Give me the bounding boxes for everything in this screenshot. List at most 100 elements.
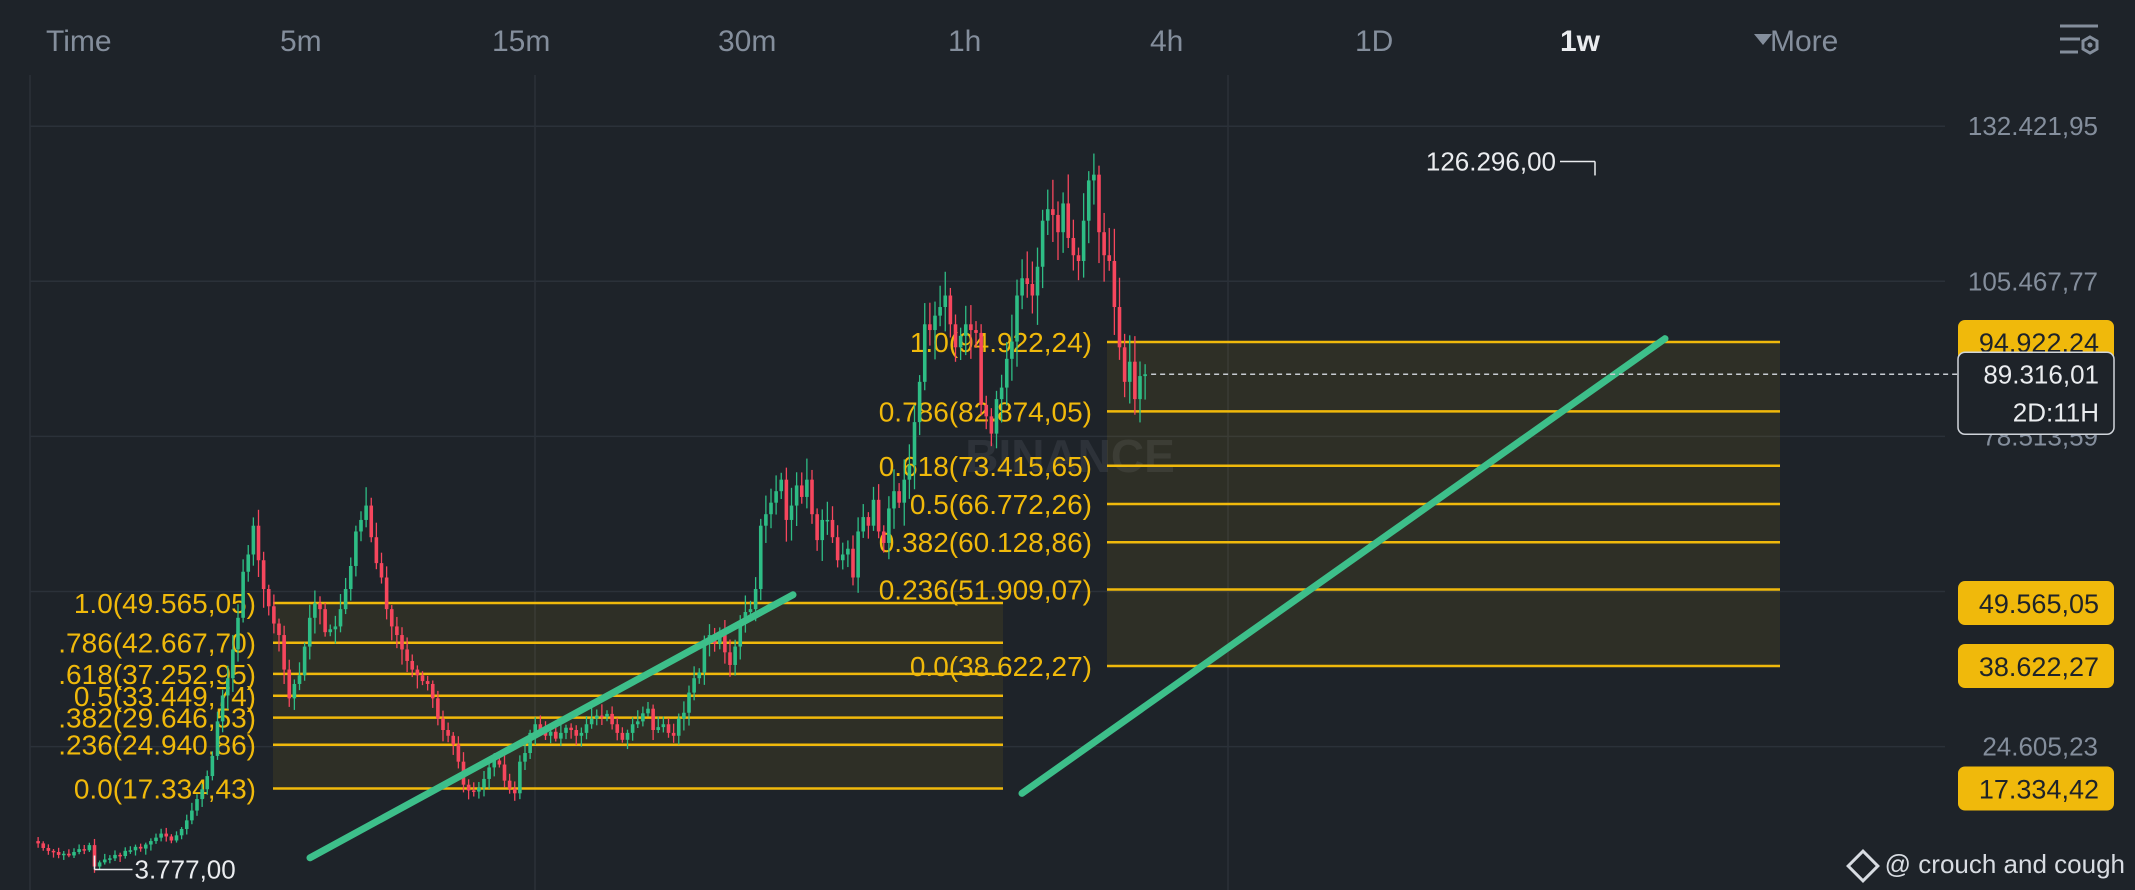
candle-body xyxy=(348,565,353,590)
candle-body xyxy=(313,603,317,618)
candle-body xyxy=(292,683,297,699)
candle-body xyxy=(815,514,819,541)
candle-body xyxy=(425,681,430,684)
candle-body xyxy=(164,833,169,837)
candle-body xyxy=(471,790,476,792)
candle-body xyxy=(876,499,881,532)
candle-body xyxy=(149,841,153,845)
candle-body xyxy=(579,732,584,736)
candle-body xyxy=(410,660,415,670)
candle-body xyxy=(307,617,312,647)
candle-body xyxy=(87,845,92,851)
candle-body xyxy=(769,502,773,515)
candle-body xyxy=(1102,232,1106,256)
candle-body xyxy=(856,531,860,578)
candle-body xyxy=(225,678,230,696)
candle-body xyxy=(297,675,302,684)
candle-body xyxy=(666,724,671,733)
candle-body xyxy=(338,609,343,627)
candle-body xyxy=(887,508,891,543)
candle-body xyxy=(430,683,435,699)
candle-body xyxy=(359,519,363,532)
candle-body xyxy=(241,571,245,618)
candle-body xyxy=(67,853,71,856)
candle-body xyxy=(169,836,174,841)
fib-level-label: 1.0(49.565,05) xyxy=(74,588,256,619)
candle-body xyxy=(594,715,599,719)
candle-body xyxy=(302,646,307,676)
candle-body xyxy=(974,330,978,333)
candle-body xyxy=(830,519,835,538)
candle-body xyxy=(215,721,220,756)
candle-body xyxy=(374,537,379,564)
candle-body xyxy=(1025,278,1030,285)
candle-body xyxy=(774,491,778,503)
candle-body xyxy=(456,744,461,762)
candle-body xyxy=(1081,220,1086,261)
candle-body xyxy=(133,846,138,851)
candle-body xyxy=(41,843,46,848)
candle-body xyxy=(154,837,158,842)
candle-body xyxy=(574,730,579,736)
candle-body xyxy=(102,859,107,863)
candle-body xyxy=(671,732,676,736)
candle-body xyxy=(261,560,266,590)
candle-body xyxy=(236,617,240,650)
candle-body xyxy=(502,764,507,781)
candle-body xyxy=(518,761,522,794)
candle-body xyxy=(805,479,809,497)
candle-body xyxy=(979,332,983,405)
candle-body xyxy=(559,732,563,739)
candle-body xyxy=(1061,203,1065,233)
candle-body xyxy=(251,525,256,555)
candle-body xyxy=(635,721,640,725)
candle-body xyxy=(840,554,845,561)
candle-body xyxy=(466,784,471,791)
candle-body xyxy=(902,479,907,503)
candle-body xyxy=(943,295,948,308)
candle-body xyxy=(881,531,886,543)
candle-body xyxy=(851,548,855,578)
candle-body xyxy=(630,724,635,733)
candle-body xyxy=(584,724,589,733)
fib-level-label: 0.0(17.334,43) xyxy=(74,774,256,805)
candle-body xyxy=(984,404,989,417)
price-chart[interactable]: BINANCE 1.0(49.565,05).786(42.667,70).61… xyxy=(0,0,2135,890)
candle-body xyxy=(846,548,850,555)
candle-body xyxy=(364,505,368,520)
candle-body xyxy=(277,623,281,636)
candle-body xyxy=(441,718,445,731)
candle-body xyxy=(569,727,573,731)
candle-body xyxy=(282,635,286,670)
candle-body xyxy=(497,760,502,765)
candle-body xyxy=(231,649,235,679)
candle-body xyxy=(287,669,292,699)
candle-body xyxy=(610,713,614,725)
candle-body xyxy=(907,465,912,480)
candle-body xyxy=(697,672,702,679)
candle-body xyxy=(953,324,958,348)
candle-body xyxy=(1076,255,1081,261)
candle-body xyxy=(389,609,394,627)
candle-body xyxy=(128,850,133,852)
fib-level-label: 0.236(51.909,07) xyxy=(879,575,1092,606)
fib-level-label: .786(42.667,70) xyxy=(58,628,256,659)
candle-body xyxy=(36,841,40,844)
candle-body xyxy=(969,324,973,331)
candle-body xyxy=(1020,278,1024,296)
candle-body xyxy=(564,727,568,733)
candle-body xyxy=(220,695,225,722)
price-badge-label: 38.622,27 xyxy=(1979,652,2099,682)
candle-body xyxy=(405,649,409,661)
candle-body xyxy=(764,514,768,526)
candle-body xyxy=(825,519,830,522)
candle-body xyxy=(1045,209,1050,221)
candle-body xyxy=(318,603,322,610)
candle-body xyxy=(661,724,666,728)
candle-body xyxy=(999,387,1004,400)
candle-body xyxy=(912,422,917,466)
current-price-label: 89.316,01 xyxy=(1983,359,2099,389)
candle-body xyxy=(523,753,527,762)
candle-body xyxy=(159,833,163,838)
candle-body xyxy=(1127,361,1132,382)
